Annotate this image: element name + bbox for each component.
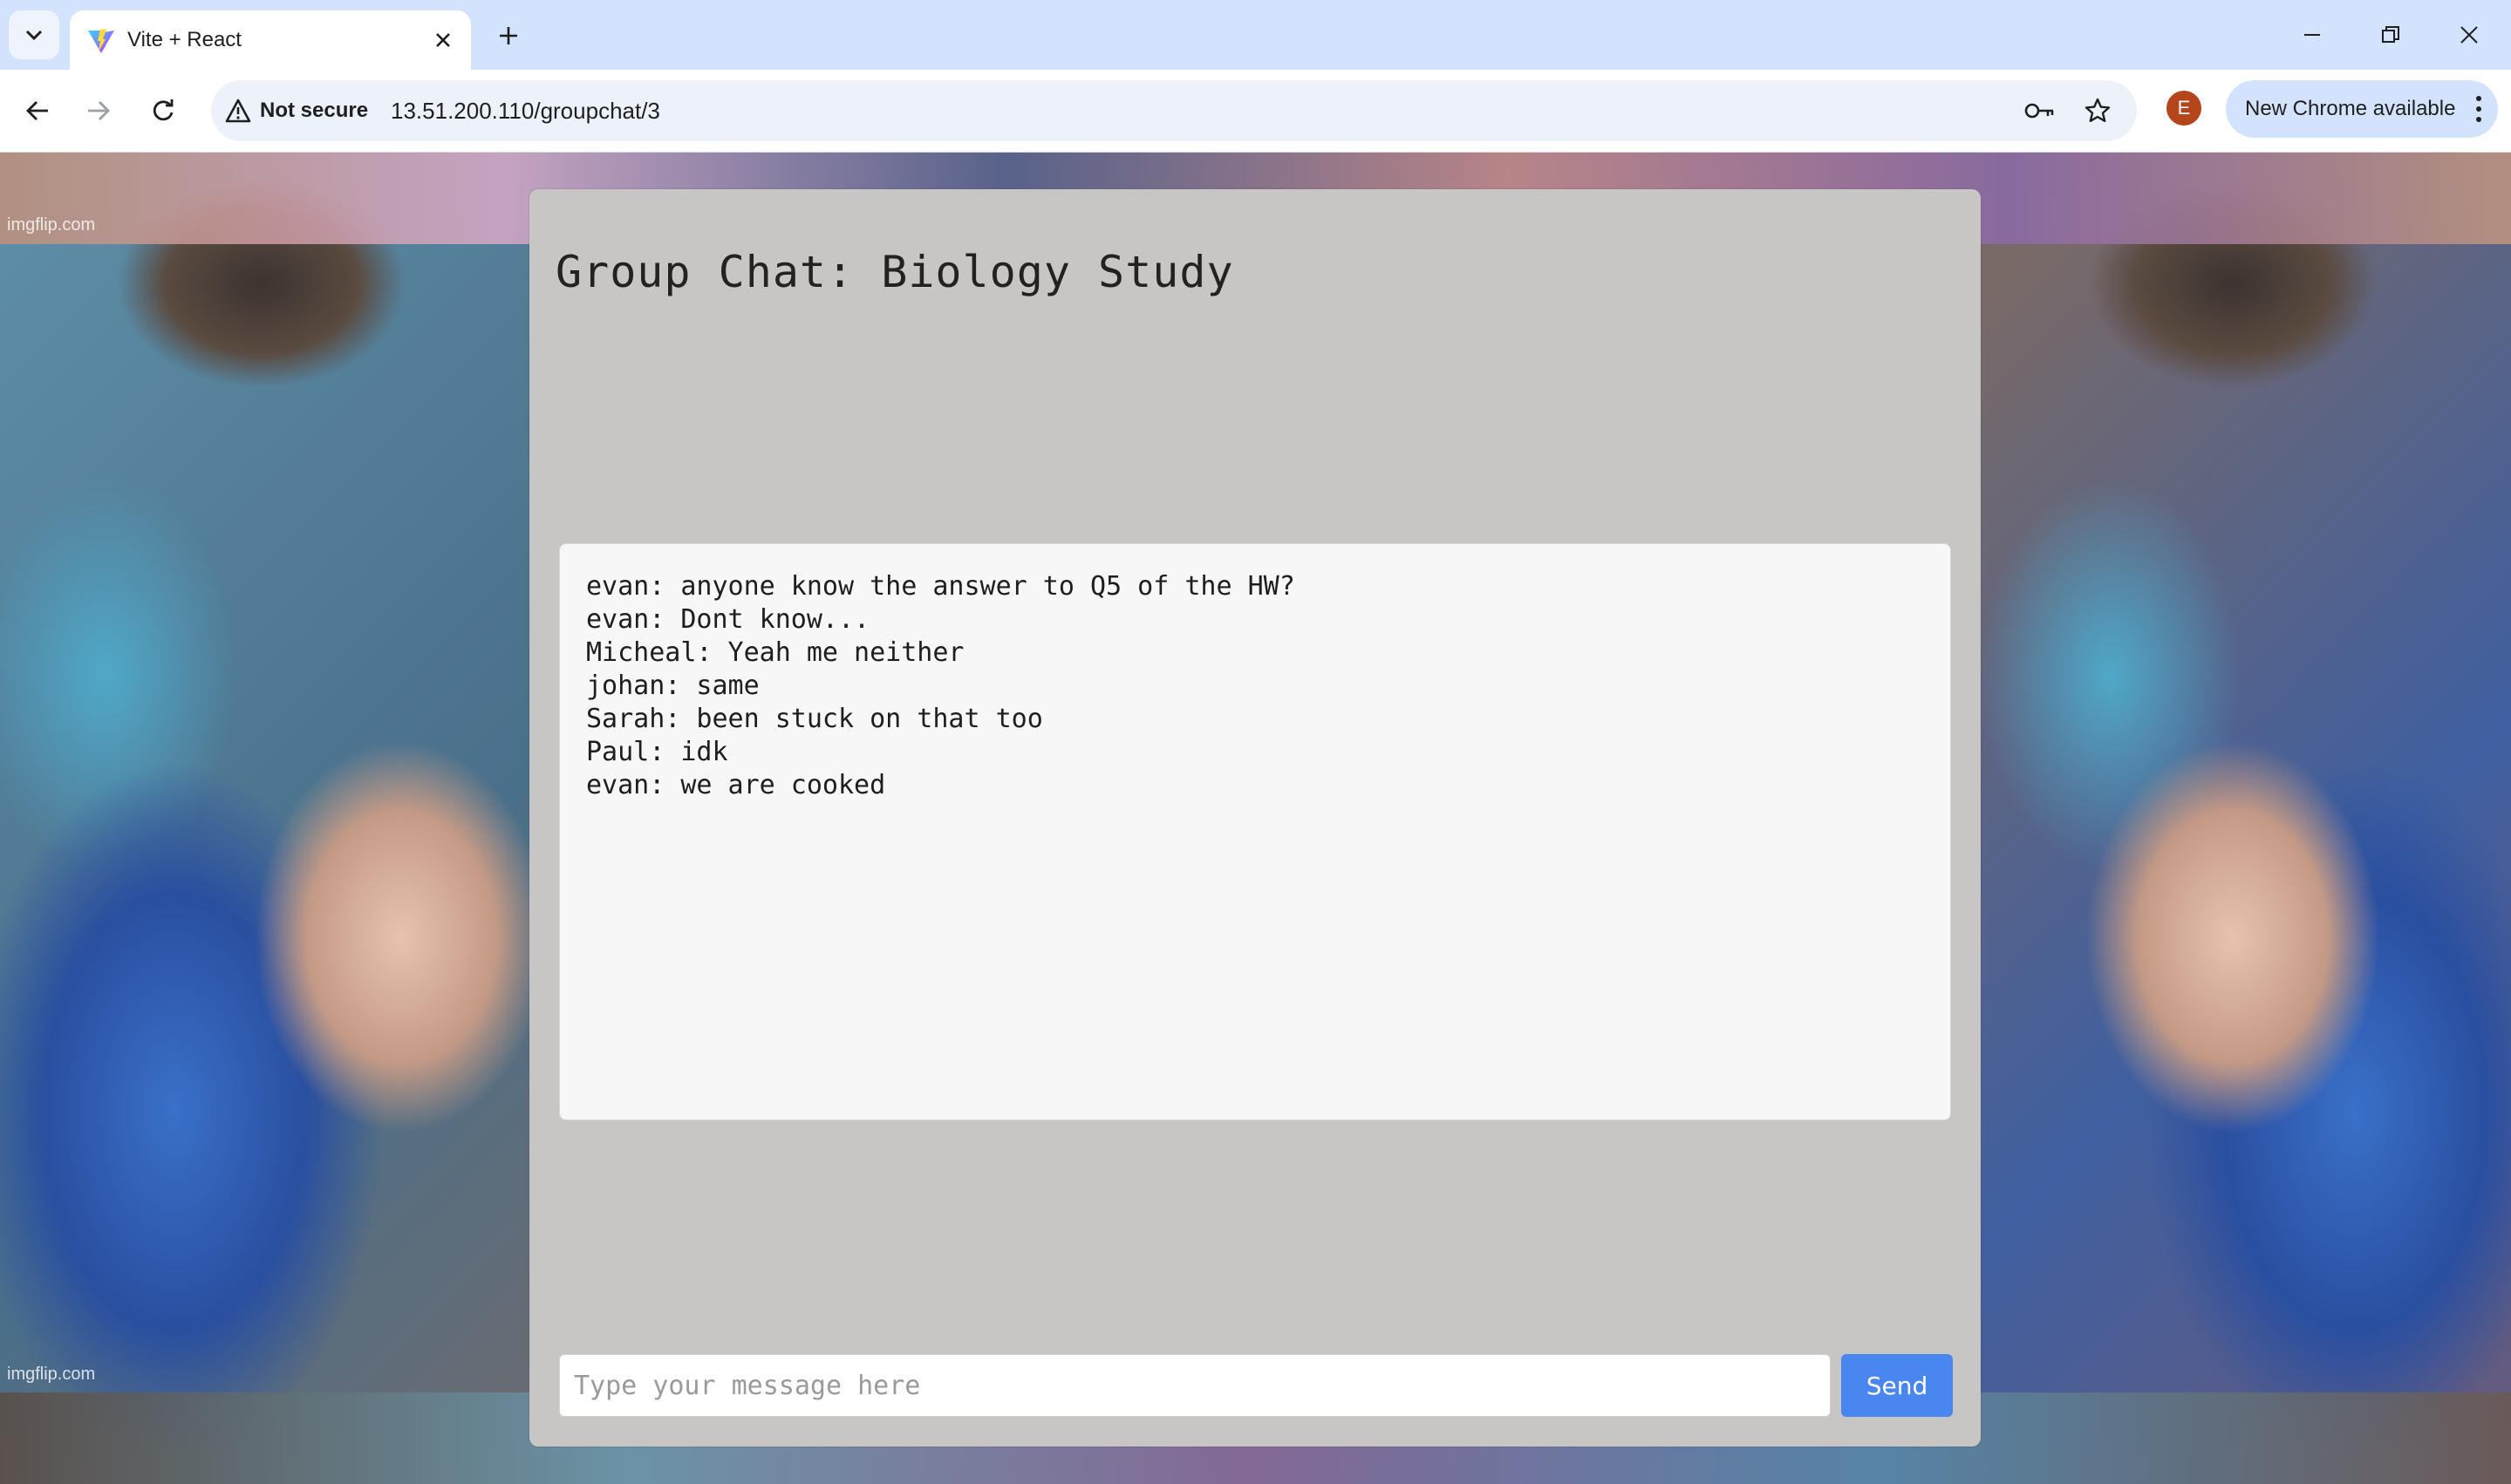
- tab-search-button[interactable]: [9, 10, 59, 59]
- security-indicator[interactable]: Not secure: [225, 89, 368, 133]
- chevron-down-icon: [25, 30, 43, 41]
- message-input[interactable]: [559, 1354, 1831, 1417]
- security-label: Not secure: [260, 99, 369, 122]
- warning-icon: [225, 99, 251, 123]
- background-watermark: imgflip.com: [7, 1365, 96, 1384]
- new-chrome-available-button[interactable]: New Chrome available: [2226, 80, 2498, 138]
- key-icon: [2024, 103, 2054, 119]
- plus-icon: [500, 27, 517, 44]
- close-window-button[interactable]: [2439, 9, 2500, 61]
- minimize-button[interactable]: [2282, 9, 2343, 61]
- page-viewport: imgflip.com imgflip.com Group Chat: Biol…: [0, 153, 2511, 1484]
- restore-button[interactable]: [2360, 9, 2421, 61]
- reload-icon: [153, 99, 174, 121]
- chat-message: evan: we are cooked: [586, 770, 886, 800]
- vite-logo-icon: [88, 29, 114, 53]
- chat-message: Paul: idk: [586, 737, 728, 767]
- browser-window: Vite + React Not secure 13.51.200.110/gr…: [0, 0, 2511, 1484]
- update-label: New Chrome available: [2245, 97, 2456, 120]
- active-tab[interactable]: Vite + React: [70, 10, 471, 70]
- tab-close-button[interactable]: [427, 24, 459, 56]
- back-button[interactable]: [16, 89, 59, 133]
- group-chat-panel: Group Chat: Biology Study evan: anyone k…: [529, 189, 1981, 1447]
- profile-avatar[interactable]: E: [2166, 91, 2201, 126]
- star-icon: [2085, 98, 2111, 122]
- tab-title: Vite + React: [127, 28, 242, 51]
- password-key-button[interactable]: [2020, 91, 2060, 131]
- more-options-icon[interactable]: [2473, 94, 2484, 124]
- chat-message: evan: Dont know...: [586, 604, 870, 635]
- browser-toolbar: Not secure 13.51.200.110/groupchat/3: [0, 70, 2511, 153]
- minimize-icon: [2304, 34, 2320, 36]
- arrow-left-icon: [26, 101, 48, 120]
- chat-message: Sarah: been stuck on that too: [586, 704, 1043, 734]
- send-button[interactable]: Send: [1841, 1354, 1953, 1417]
- chat-message: evan: anyone know the answer to Q5 of th…: [586, 571, 1295, 602]
- bookmark-button[interactable]: [2078, 91, 2118, 131]
- chat-message: johan: same: [586, 671, 760, 701]
- chat-title: Group Chat: Biology Study: [556, 247, 1234, 297]
- close-icon: [2460, 26, 2478, 44]
- message-list[interactable]: evan: anyone know the answer to Q5 of th…: [559, 543, 1951, 1120]
- reload-button[interactable]: [141, 89, 185, 133]
- background-watermark: imgflip.com: [7, 215, 96, 235]
- forward-button[interactable]: [77, 89, 120, 133]
- chat-message: Micheal: Yeah me neither: [586, 637, 965, 668]
- arrow-right-icon: [88, 101, 110, 120]
- restore-icon: [2382, 26, 2399, 43]
- tab-strip: Vite + React: [0, 0, 2511, 70]
- address-bar[interactable]: Not secure 13.51.200.110/groupchat/3: [211, 80, 2137, 141]
- new-tab-button[interactable]: [488, 16, 529, 56]
- close-icon: [436, 33, 450, 47]
- url-text[interactable]: 13.51.200.110/groupchat/3: [391, 89, 660, 133]
